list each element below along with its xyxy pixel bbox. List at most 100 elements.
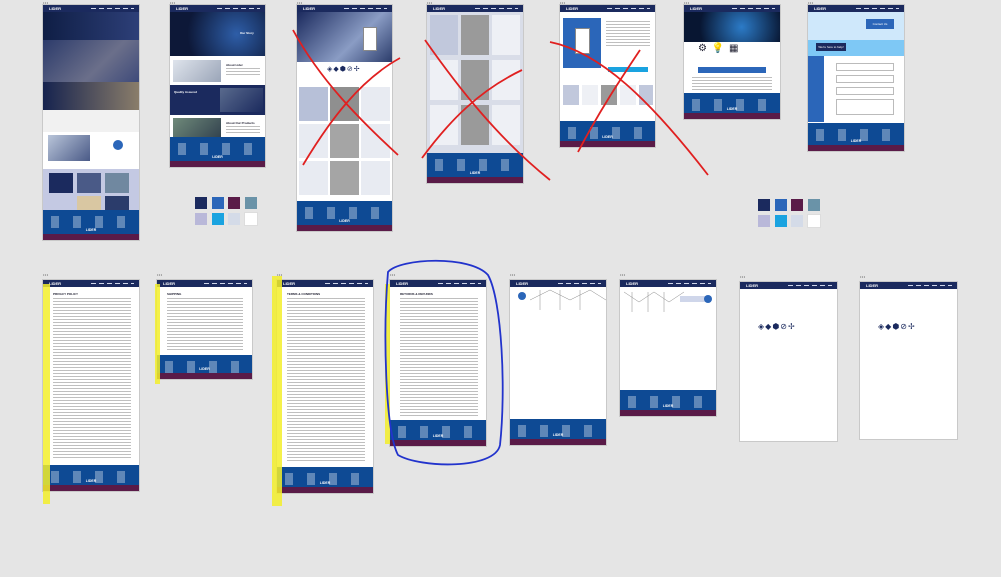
footer: LIDER: [560, 121, 655, 147]
frame-label: •••: [620, 272, 626, 277]
gallery-item: [105, 173, 129, 193]
no-sign-icon: ⊘: [900, 322, 908, 331]
product-tile[interactable]: [299, 161, 328, 195]
frame-blank-1[interactable]: LIDER LIDER: [510, 280, 606, 445]
wire-sketch: [624, 291, 684, 312]
frame-blank-2[interactable]: LIDER LIDER: [620, 280, 716, 416]
swatch: [212, 197, 224, 209]
frame-home[interactable]: LIDER LIDER: [43, 5, 139, 240]
swatch: [758, 215, 770, 227]
footer: LIDER: [170, 137, 265, 167]
frame-label: •••: [740, 274, 746, 279]
hero-title: Our Story: [240, 31, 254, 35]
phone-field[interactable]: [836, 87, 894, 95]
header: LIDER: [620, 280, 716, 287]
frame-shipping[interactable]: LIDER SHIPPING LIDER: [157, 280, 252, 379]
product-tile[interactable]: [492, 15, 520, 55]
switch-plate: [363, 27, 377, 51]
product-tile[interactable]: [492, 60, 520, 100]
feature-icons: ◈◆⬢⊘✢: [878, 322, 916, 331]
smart-banner[interactable]: [698, 67, 766, 73]
product-tile[interactable]: [461, 60, 489, 100]
hero-image: [43, 40, 139, 82]
product-tile[interactable]: [330, 87, 359, 121]
swatch: [228, 197, 240, 209]
page-title: TERMS & CONDITIONS: [287, 292, 321, 296]
variant-tile[interactable]: [582, 85, 598, 105]
feature-image: [43, 82, 139, 110]
frame-privacy[interactable]: LIDER PRIVACY POLICY LIDER: [43, 280, 139, 491]
feature-icons: ◈◆⬢⊘✢: [327, 66, 361, 73]
product-tile[interactable]: [430, 105, 458, 145]
name-field[interactable]: [836, 63, 894, 71]
swatch: [791, 215, 803, 227]
footer: LIDER: [684, 93, 780, 119]
variant-tile[interactable]: [620, 85, 636, 105]
frame-terms[interactable]: LIDER TERMS & CONDITIONS LIDER: [277, 280, 373, 493]
dot: [704, 295, 712, 303]
footer: LIDER: [390, 420, 486, 446]
footer: LIDER: [297, 201, 392, 231]
section-light: [43, 110, 139, 132]
swatch: [808, 199, 820, 211]
footer: LIDER: [43, 465, 139, 491]
frame-icons-1[interactable]: LIDER ◈◆⬢⊘✢: [740, 282, 837, 441]
footer: LIDER: [510, 419, 606, 445]
product-tile[interactable]: [461, 15, 489, 55]
header: LIDER: [740, 282, 837, 289]
header: LIDER: [684, 5, 780, 12]
gallery-item: [77, 173, 101, 193]
product-tile[interactable]: [492, 105, 520, 145]
swatch: [775, 199, 787, 211]
variant-tile[interactable]: [639, 85, 653, 105]
help-text: We're here to help!: [816, 43, 846, 51]
frame-catalog-b[interactable]: LIDER LIDER: [427, 5, 523, 183]
hero-image: [297, 12, 392, 62]
page-title: PRIVACY POLICY: [53, 292, 79, 296]
page-title: RETURNS & REFUNDS: [400, 292, 433, 296]
frame-label: •••: [390, 272, 396, 277]
frame-returns[interactable]: LIDER RETURNS & REFUNDS LIDER: [390, 280, 486, 446]
message-field[interactable]: [836, 99, 894, 115]
quality-image: [220, 88, 263, 112]
product-tile[interactable]: [430, 15, 458, 55]
product-tile[interactable]: [361, 87, 390, 121]
frame-about[interactable]: LIDER Our Story About Lider Quality Assu…: [170, 5, 265, 167]
frame-catalog-a[interactable]: LIDER ◈◆⬢⊘✢ LIDER: [297, 5, 392, 231]
frame-product[interactable]: LIDER LIDER: [560, 5, 655, 147]
frame-smart[interactable]: LIDER ⚙ 💡 ▦ LIDER: [684, 5, 780, 119]
email-field[interactable]: [836, 75, 894, 83]
frame-contact[interactable]: LIDER Contact Us We're here to help! LID…: [808, 5, 904, 151]
footer: LIDER: [43, 210, 139, 240]
variant-tile[interactable]: [563, 85, 579, 105]
footer: LIDER: [277, 467, 373, 493]
product-tile[interactable]: [330, 124, 359, 158]
swatch: [245, 197, 257, 209]
swatch: [758, 199, 770, 211]
no-sign-icon: ⊘: [780, 322, 788, 331]
product-tile[interactable]: [361, 161, 390, 195]
product-tile[interactable]: [299, 124, 328, 158]
header: LIDER: [157, 280, 252, 287]
header: LIDER: [43, 280, 139, 287]
swatch: [212, 213, 224, 225]
product-tile[interactable]: [461, 105, 489, 145]
product-button[interactable]: [608, 67, 648, 72]
frame-label: •••: [860, 274, 866, 279]
frame-icons-2[interactable]: LIDER ◈◆⬢⊘✢: [860, 282, 957, 439]
contact-side: [808, 56, 824, 122]
network-icon: ✢: [788, 322, 796, 331]
product-image: [48, 135, 90, 161]
frame-label: •••: [277, 272, 283, 277]
product-tile[interactable]: [361, 124, 390, 158]
header: LIDER: [390, 280, 486, 287]
product-tile[interactable]: [430, 60, 458, 100]
header: LIDER: [808, 5, 904, 12]
switch-plate: [575, 28, 590, 54]
product-tile[interactable]: [330, 161, 359, 195]
hero-image: [684, 12, 780, 42]
product-tile[interactable]: [299, 87, 328, 121]
wire-sketch: [530, 289, 606, 310]
variant-tile[interactable]: [601, 85, 617, 105]
feature-icons: ◈◆⬢⊘✢: [758, 322, 796, 331]
